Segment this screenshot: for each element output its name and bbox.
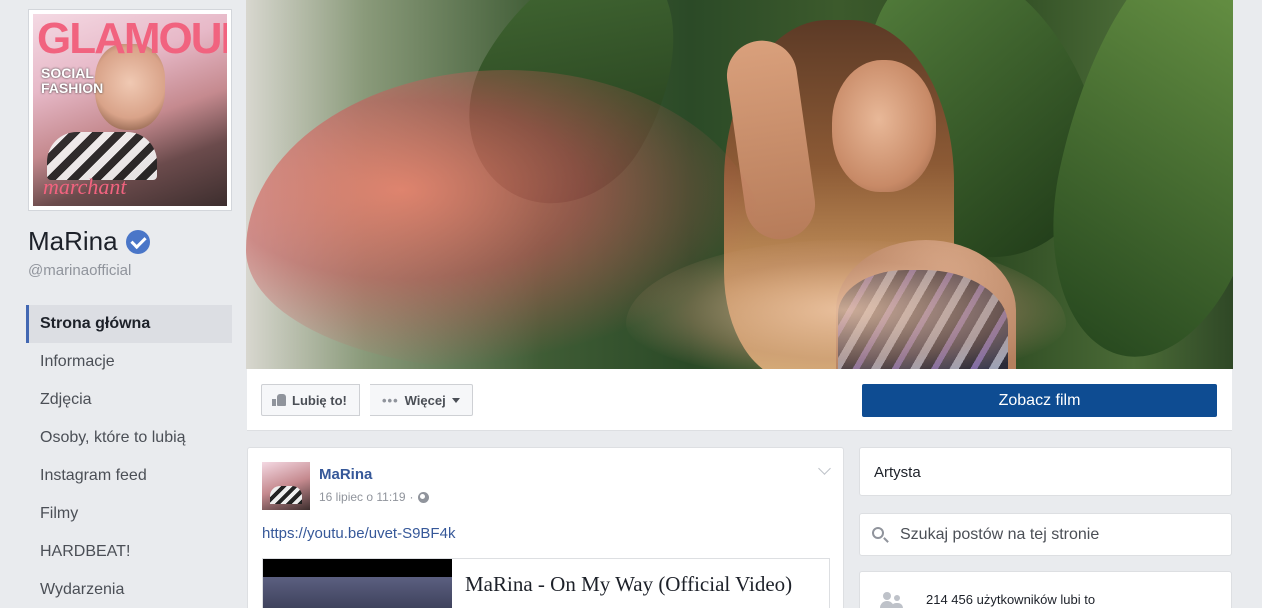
post-author-name[interactable]: MaRina xyxy=(319,466,372,483)
post-meta-separator: · xyxy=(409,490,414,504)
post-link[interactable]: https://youtu.be/uvet-S9BF4k xyxy=(262,525,455,542)
globe-icon[interactable] xyxy=(417,491,429,503)
search-icon xyxy=(872,527,884,539)
nav-item-home[interactable]: Strona główna xyxy=(26,305,232,343)
nav-item-hardbeat[interactable]: HARDBEAT! xyxy=(26,533,232,571)
cover-photo[interactable] xyxy=(246,0,1233,369)
like-button-label: Lubię to! xyxy=(292,392,347,408)
post-options-chevron-icon[interactable] xyxy=(818,462,831,475)
page-navigation: Strona główna Informacje Zdjęcia Osoby, … xyxy=(26,305,232,608)
verified-badge-icon xyxy=(125,229,150,254)
profile-picture[interactable]: GLAMOUR SOCIAL FASHION marchant xyxy=(28,9,232,211)
caret-down-icon xyxy=(451,397,460,403)
search-posts-input[interactable] xyxy=(900,522,1220,548)
post-author-avatar[interactable] xyxy=(262,462,310,510)
cover-face xyxy=(832,60,936,192)
nav-item-instagram-feed[interactable]: Instagram feed xyxy=(26,457,232,495)
post-timestamp[interactable]: 16 lipiec o 11:19 xyxy=(319,490,406,504)
nav-item-about[interactable]: Informacje xyxy=(26,343,232,381)
nav-item-events[interactable]: Wydarzenia xyxy=(26,571,232,608)
cover-outfit xyxy=(47,132,157,180)
page-name-text: MaRina xyxy=(28,226,118,256)
left-column: GLAMOUR SOCIAL FASHION marchant MaRina @… xyxy=(0,0,246,608)
nav-item-photos[interactable]: Zdjęcia xyxy=(26,381,232,419)
nav-item-videos[interactable]: Filmy xyxy=(26,495,232,533)
page-handle[interactable]: @marinaofficial xyxy=(28,262,131,279)
likes-count[interactable]: 214 456 użytkowników lubi to xyxy=(926,592,1095,607)
page-title[interactable]: MaRina xyxy=(28,226,150,257)
magazine-cover-lines: SOCIAL FASHION xyxy=(41,65,104,96)
people-icon xyxy=(880,592,902,608)
category-card: Artysta xyxy=(859,447,1232,496)
link-preview-title: MaRina - On My Way (Official Video) xyxy=(465,572,793,596)
likes-card: 214 456 użytkowników lubi to xyxy=(859,571,1232,608)
magazine-cover-image: GLAMOUR SOCIAL FASHION marchant xyxy=(33,14,227,206)
page-action-bar: Lubię to! ••• Więcej Zobacz film xyxy=(247,369,1232,431)
magazine-title: GLAMOUR xyxy=(37,14,227,63)
page-category[interactable]: Artysta xyxy=(874,464,921,481)
like-button[interactable]: Lubię to! xyxy=(261,384,360,416)
link-preview-thumbnail xyxy=(263,559,452,608)
post-meta: 16 lipiec o 11:19 · xyxy=(319,490,429,504)
thumbs-up-icon xyxy=(272,394,286,406)
more-button[interactable]: ••• Więcej xyxy=(370,384,473,416)
link-preview-card[interactable]: MaRina - On My Way (Official Video) xyxy=(262,558,830,608)
post-card: MaRina 16 lipiec o 11:19 · https://youtu… xyxy=(247,447,844,608)
watch-video-button[interactable]: Zobacz film xyxy=(862,384,1217,417)
nav-item-likes[interactable]: Osoby, które to lubią xyxy=(26,419,232,457)
magazine-bottom-line: marchant xyxy=(43,174,127,199)
more-button-label: Więcej xyxy=(404,392,446,408)
more-dots-icon: ••• xyxy=(382,392,399,408)
page-search-card xyxy=(859,513,1232,556)
